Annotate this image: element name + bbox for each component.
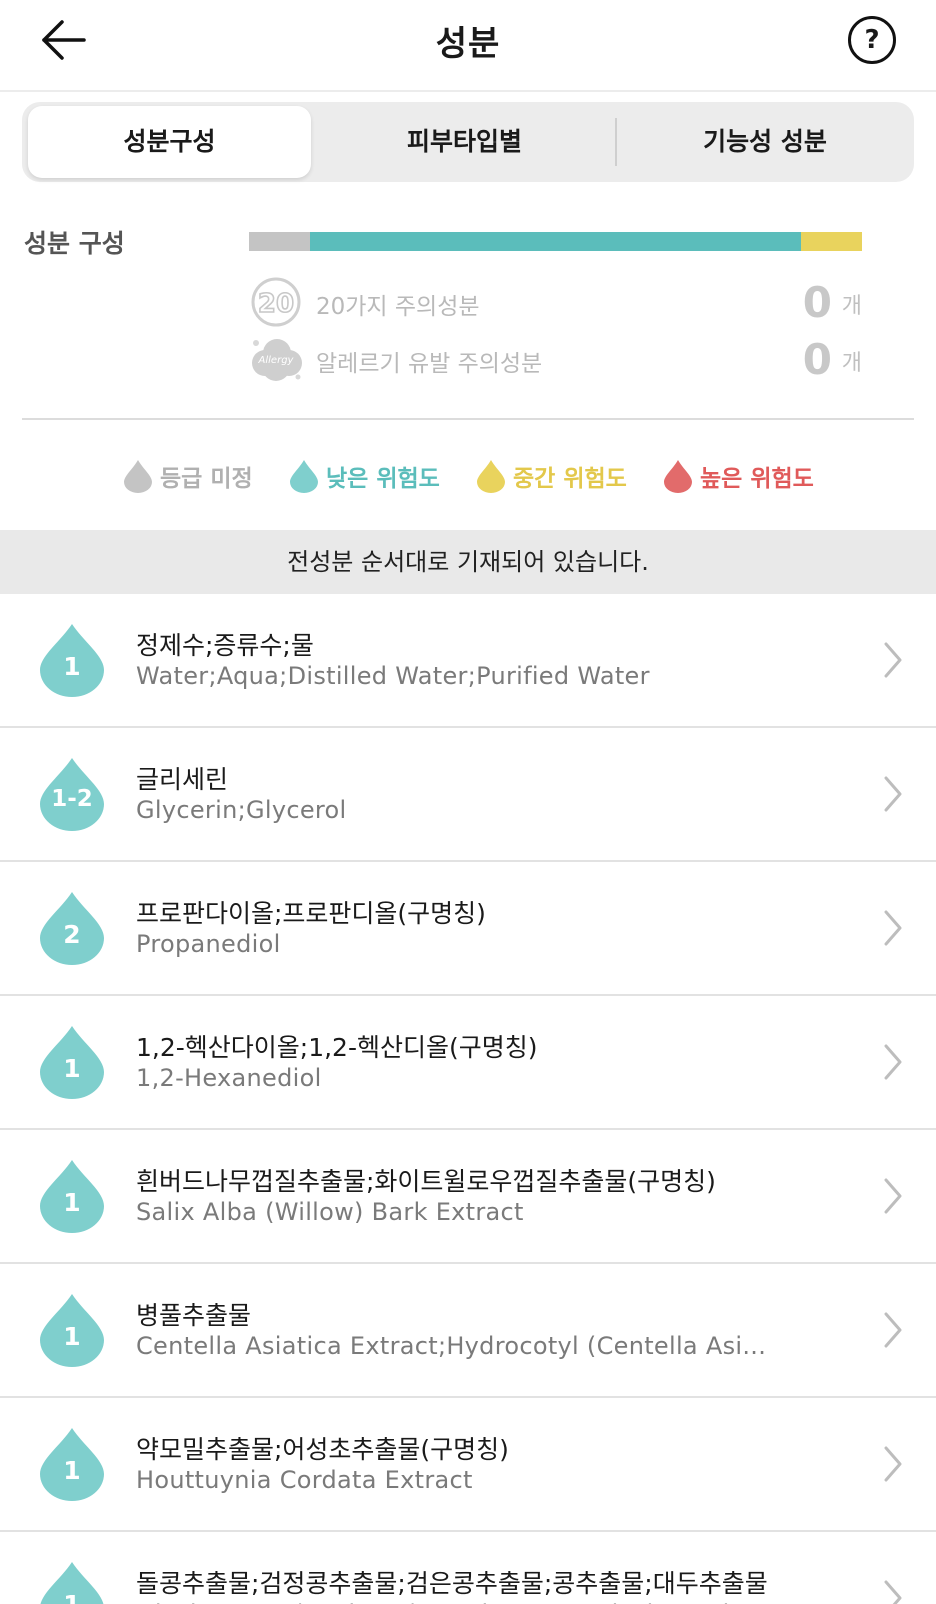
chevron-right-icon	[884, 1178, 902, 1214]
grade-drop: 1	[38, 1426, 106, 1502]
grade-value: 1	[63, 1322, 81, 1351]
ingredient-korean-name: 흰버드나무껍질추출물;화이트윌로우껍질추출물(구명칭)	[136, 1167, 716, 1196]
chevron-right-icon	[884, 1044, 902, 1080]
ingredient-english-name: Salix Alba (Willow) Bark Extract	[136, 1198, 524, 1226]
composition-label: 성분 구성	[24, 229, 125, 258]
warning-count: 0	[802, 278, 832, 327]
ingredient-row[interactable]: 1 1,2-헥산다이올;1,2-헥산디올(구명칭) 1,2-Hexanediol	[0, 996, 936, 1130]
grade-drop: 1	[38, 622, 106, 698]
grade-drop: 1	[38, 1292, 106, 1368]
warning-label: 20가지 주의성분	[316, 294, 480, 320]
legend-item-medium: 중간 위험도	[475, 456, 627, 496]
ingredient-english-name: Propanediol	[136, 930, 281, 958]
ingredient-korean-name: 글리세린	[136, 765, 229, 794]
chevron-right-icon	[884, 776, 902, 812]
risk-legend: 등급 미정 낮은 위험도 중간 위험도 높은 위험도	[0, 456, 936, 496]
allergy-badge-text: Allergy	[258, 355, 295, 366]
grade-value: 2	[63, 920, 81, 949]
section-divider	[22, 418, 914, 420]
ingredient-korean-name: 정제수;증류수;물	[136, 631, 314, 660]
legend-item-unrated: 등급 미정	[122, 456, 253, 496]
warning-label: 알레르기 유발 주의성분	[316, 351, 543, 377]
twenty-badge-text: 20	[258, 289, 294, 319]
grade-value: 1	[63, 1054, 81, 1083]
legend-label: 중간 위험도	[513, 466, 627, 492]
grade-drop: 2	[38, 890, 106, 966]
drop-icon	[124, 460, 152, 493]
tab-skin-type[interactable]: 피부타입별	[322, 106, 607, 178]
warning-count: 0	[802, 335, 832, 384]
chevron-right-icon	[884, 1580, 902, 1604]
grade-drop: 1	[38, 1158, 106, 1234]
ingredient-english-name: Glycine Max (Soybean) Seed Extract;Glyci…	[136, 1600, 796, 1604]
drop-icon	[664, 460, 692, 493]
page-title: 성분	[435, 24, 501, 64]
warning-row-20: 20 20가지 주의성분 0 개	[249, 276, 862, 328]
grade-value: 1	[63, 1188, 81, 1217]
warning-unit: 개	[841, 351, 862, 376]
ingredient-row[interactable]: 1 흰버드나무껍질추출물;화이트윌로우껍질추출물(구명칭) Salix Alba…	[0, 1130, 936, 1264]
ingredient-english-name: Houttuynia Cordata Extract	[136, 1466, 473, 1494]
grade-drop: 1	[38, 1560, 106, 1604]
tab-composition[interactable]: 성분구성	[28, 106, 311, 178]
grade-drop: 1	[38, 1024, 106, 1100]
warning-unit: 개	[841, 294, 862, 319]
ingredient-row[interactable]: 1 약모밀추출물;어성초추출물(구명칭) Houttuynia Cordata …	[0, 1398, 936, 1532]
chevron-right-icon	[884, 1312, 902, 1348]
chevron-right-icon	[884, 642, 902, 678]
ingredient-korean-name: 프로판다이올;프로판디올(구명칭)	[136, 899, 486, 928]
tab-functional[interactable]: 기능성 성분	[622, 106, 908, 178]
ingredient-english-name: Glycerin;Glycerol	[136, 796, 347, 824]
composition-bar	[249, 232, 862, 251]
composition-bar-segment	[800, 232, 862, 251]
grade-value: 1	[63, 1456, 81, 1485]
drop-icon	[477, 460, 505, 493]
grade-drop: 1-2	[38, 756, 106, 832]
header: 성분 ?	[0, 0, 936, 92]
ingredient-korean-name: 1,2-헥산다이올;1,2-헥산디올(구명칭)	[136, 1033, 538, 1062]
legend-item-high: 높은 위험도	[662, 456, 814, 496]
grade-value: 1	[63, 652, 81, 681]
legend-label: 낮은 위험도	[326, 466, 440, 492]
legend-label: 높은 위험도	[700, 466, 814, 492]
ingredient-row[interactable]: 2 프로판다이올;프로판디올(구명칭) Propanediol	[0, 862, 936, 996]
segmented-tabs: 성분구성 피부타입별 기능성 성분	[22, 102, 914, 182]
ingredient-row[interactable]: 1-2 글리세린 Glycerin;Glycerol	[0, 728, 936, 862]
tab-divider	[615, 118, 617, 166]
grade-value: 1	[38, 1590, 106, 1604]
ingredient-english-name: Water;Aqua;Distilled Water;Purified Wate…	[136, 662, 650, 690]
chevron-right-icon	[884, 1446, 902, 1482]
ingredient-korean-name: 병풀추출물	[136, 1301, 252, 1330]
warning-row-allergy: Allergy 알레르기 유발 주의성분 0 개	[249, 333, 862, 385]
grade-value: 1-2	[51, 786, 93, 812]
ingredient-row[interactable]: 1 정제수;증류수;물 Water;Aqua;Distilled Water;P…	[0, 594, 936, 728]
ingredient-korean-name: 약모밀추출물;어성초추출물(구명칭)	[136, 1435, 509, 1464]
question-circle-icon: ?	[864, 25, 880, 55]
ingredient-row[interactable]: 1 돌콩추출물;검정콩추출물;검은콩추출물;콩추출물;대두추출물 Glycine…	[0, 1532, 936, 1604]
composition-bar-segment	[310, 232, 801, 251]
ingredient-english-name: 1,2-Hexanediol	[136, 1064, 322, 1092]
help-button[interactable]: ?	[848, 16, 896, 64]
ingredient-korean-name: 돌콩추출물;검정콩추출물;검은콩추출물;콩추출물;대두추출물	[136, 1569, 768, 1598]
ingredient-row[interactable]: 1 병풀추출물 Centella Asiatica Extract;Hydroc…	[0, 1264, 936, 1398]
legend-label: 등급 미정	[160, 466, 253, 492]
drop-icon	[290, 460, 318, 493]
twenty-caution-icon: 20	[251, 277, 301, 327]
legend-item-low: 낮은 위험도	[288, 456, 440, 496]
allergy-cloud-icon: Allergy	[252, 339, 302, 381]
order-notice: 전성분 순서대로 기재되어 있습니다.	[0, 530, 936, 594]
ingredient-english-name: Centella Asiatica Extract;Hydrocotyl (Ce…	[136, 1332, 767, 1360]
composition-bar-segment	[249, 232, 311, 251]
chevron-right-icon	[884, 910, 902, 946]
